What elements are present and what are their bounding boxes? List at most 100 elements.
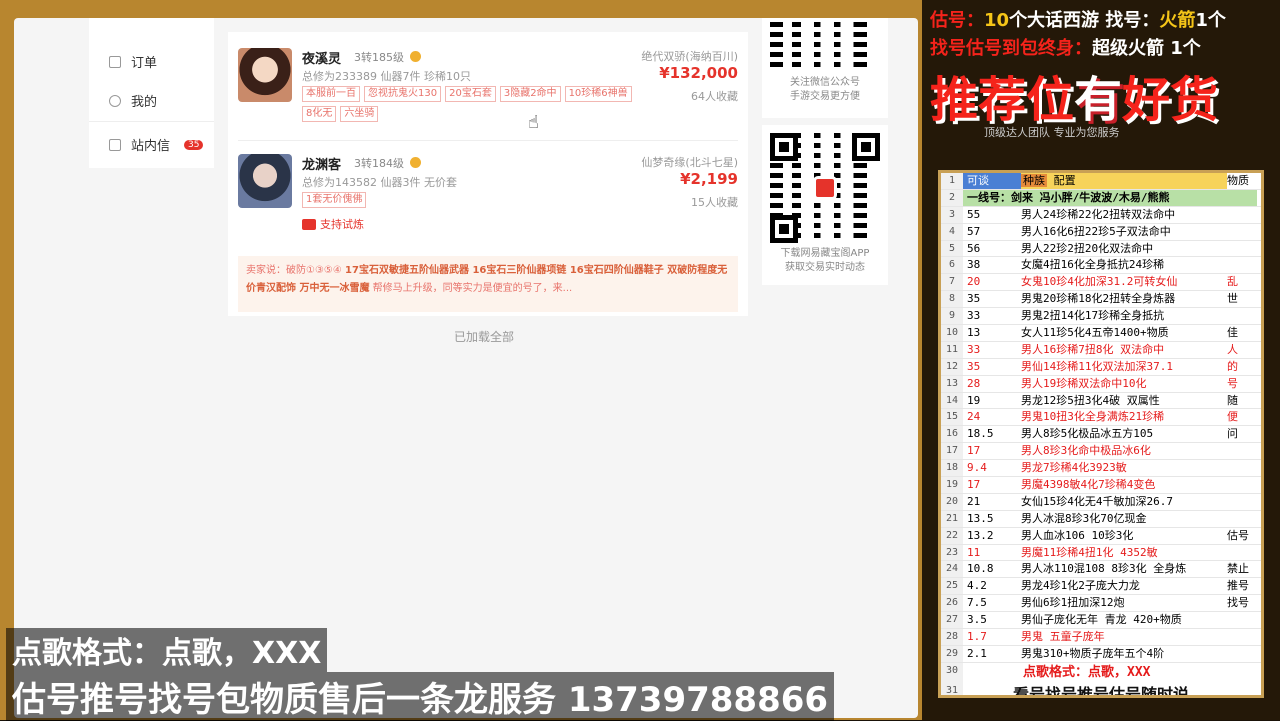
price: ¥2,199 (680, 170, 738, 188)
server-name: 绝代双骄(海纳百川) (641, 50, 738, 63)
price-cell: 18.5 (967, 427, 994, 441)
header-cell: 可谈 (963, 173, 1021, 189)
qr-corner (770, 215, 798, 243)
sheet-row: 11 33 男人16珍稀7扭8化 双法命中 人 (941, 341, 1261, 359)
stream-frame: 订单 我的 站内信 35 夜溪灵 3转185级 总修为233389 仙器7件 珍稀… (0, 0, 922, 720)
config-cell: 男人16珍稀7扭8化 双法命中 (1021, 342, 1165, 356)
trial-badge[interactable]: 支持试炼 (302, 216, 364, 232)
tag: 20宝石套 (445, 86, 496, 102)
sheet-row: 26 7.5 男仙6珍1扭加深12炮 找号 (941, 595, 1261, 613)
header-cell: 配置 (1053, 174, 1076, 187)
price-cell: 57 (967, 224, 981, 238)
sheet-row: 23 11 男魔11珍稀4扭1化 4352敏 (941, 544, 1261, 562)
character-avatar[interactable] (238, 48, 292, 102)
server-name: 仙梦奇缘(北斗七星) (641, 156, 738, 169)
sheet-row: 2 一线号：剑来 冯小胖/牛波波/木易/熊熊 (941, 189, 1261, 207)
mail-icon (109, 138, 121, 151)
config-cell: 男龙12珍5扭3化4破 双属性 (1021, 393, 1160, 407)
tag: 忽视抗鬼火130 (364, 86, 442, 102)
tag: 3隐藏2命中 (499, 86, 561, 102)
price-cell: 7.5 (967, 596, 987, 610)
tag: 1套无价傀佛 (302, 192, 367, 208)
price-cell: 35 (967, 359, 981, 373)
sidebar-item-label: 订单 (131, 56, 158, 71)
tag-list: 本服前一百 忽视抗鬼火130 20宝石套 3隐藏2命中 10珍稀6神兽 8化无 … (302, 86, 662, 122)
config-cell: 男鬼310+物质子庞年五个4阶 (1021, 646, 1165, 660)
config-cell: 男鬼2扭14化17珍稀全身抵抗 (1021, 309, 1165, 323)
extra-cell (1227, 443, 1257, 459)
row-number: 22 (941, 527, 963, 544)
divider (89, 121, 214, 122)
trial-icon (302, 218, 316, 230)
sidebar-item-mine[interactable]: 我的 (109, 91, 157, 110)
orders-icon (109, 55, 121, 68)
favorite-count: 64人收藏 (691, 90, 738, 103)
extra-cell: 佳 (1227, 326, 1238, 340)
qr-caption: 获取交易实时动态 (785, 262, 865, 273)
config-cell: 男魔11珍稀4扭1化 4352敏 (1021, 545, 1158, 559)
character-name[interactable]: 龙渊客 (302, 154, 341, 173)
extra-cell (1227, 460, 1257, 476)
listing-card[interactable]: 夜溪灵 3转185级 总修为233389 仙器7件 珍稀10只 本服前一百 忽视… (238, 48, 738, 140)
extra-cell: 推号 (1227, 579, 1249, 593)
divider (238, 140, 738, 141)
sheet-row: 3 55 男人24珍稀22化2扭转双法命中 (941, 206, 1261, 224)
row-number: 20 (941, 493, 963, 510)
sidebar-item-orders[interactable]: 订单 (109, 52, 157, 71)
sheet-row: 9 33 男鬼2扭14化17珍稀全身抵抗 (941, 308, 1261, 326)
sheet-row: 31 看号找号推号估号随时说 (941, 682, 1261, 695)
app-logo-icon (813, 176, 837, 200)
extra-cell: 问 (1227, 427, 1238, 441)
extra-cell: 乱 (1227, 275, 1238, 289)
config-cell: 男人24珍稀22化2扭转双法命中 (1021, 207, 1176, 221)
config-cell: 男人19珍稀双法命中10化 (1021, 376, 1147, 390)
price-cell: 9.4 (967, 461, 987, 475)
qr-code[interactable] (770, 133, 880, 243)
sidebar-item-messages[interactable]: 站内信 35 (109, 135, 204, 154)
config-cell: 男鬼20珍稀18化2扭转全身炼器 (1021, 292, 1176, 306)
banner-tagline: 顶级达人团队 专业为您服务 (984, 126, 1120, 139)
sheet-row: 15 24 男鬼10扭3化全身满炼21珍稀 便 (941, 409, 1261, 427)
row-number: 11 (941, 341, 963, 358)
price-cell: 19 (967, 393, 981, 407)
config-cell: 男鬼10扭3化全身满炼21珍稀 (1021, 410, 1165, 424)
config-cell: 男人8珍5化极品冰五方105 (1021, 427, 1154, 441)
sheet-row: 5 56 男人22珍2扭20化双法命中 (941, 240, 1261, 258)
service-overlay: 估号推号找号包物质售后一条龙服务 13739788866 (6, 672, 835, 721)
extra-cell (1227, 511, 1257, 527)
qr-caption: 手游交易更方便 (790, 91, 860, 102)
promo-text: 估号： (930, 10, 984, 31)
user-icon (109, 94, 121, 107)
price-cell: 28 (967, 376, 981, 390)
sheet-row: 25 4.2 男龙4珍1化2子庞大力龙 推号 (941, 578, 1261, 596)
listing-card[interactable]: 龙渊客 3转184级 总修为143582 仙器3件 无价套 1套无价傀佛 支持试… (238, 154, 738, 244)
row-number: 26 (941, 595, 963, 612)
price-cell: 21 (967, 494, 981, 508)
qr-caption: 下载网易藏宝阁APP (780, 248, 870, 259)
sheet-row: 24 10.8 男人冰110混108 8珍3化 全身炼 禁止 (941, 561, 1261, 579)
config-cell: 男仙6珍1扭加深12炮 (1021, 596, 1125, 610)
promo-banner: 推荐位有好货 (930, 60, 1218, 130)
tag: 本服前一百 (302, 86, 360, 102)
qr-code[interactable] (770, 22, 880, 72)
sheet-rows: 3 55 男人24珍稀22化2扭转双法命中 4 57 男人16化6扭22珍5子双法命中 5 5… (941, 206, 1261, 663)
row-number: 27 (941, 612, 963, 629)
sheet-row: 28 1.7 男鬼 五童子庞年 (941, 629, 1261, 646)
character-name[interactable]: 夜溪灵 (302, 48, 341, 67)
coin-icon (410, 51, 421, 62)
row-number: 2 (941, 189, 963, 206)
promo-item: 超级火箭 1个 (1092, 38, 1201, 59)
extra-cell (1227, 224, 1257, 240)
sheet-row: 22 13.2 男人血冰106 10珍3化 估号 (941, 527, 1261, 545)
price-cell: 2.1 (967, 646, 987, 660)
sheet-row: 17 17 男人8珍3化命中极品冰6化 (941, 443, 1261, 461)
seller-note: 卖家说：破防①③⑤④ 17宝石双敏捷五阶仙器武器 16宝石三阶仙器项链 16宝石… (238, 256, 738, 312)
wechat-qr-card: 关注微信公众号 手游交易更方便 (762, 18, 888, 118)
character-avatar[interactable] (238, 154, 292, 208)
promo-item: 火箭 (1159, 10, 1196, 31)
config-cell: 男仙14珍稀11化双法加深37.1 (1021, 359, 1173, 373)
extra-cell (1227, 646, 1257, 662)
sheet-row: 8 35 男鬼20珍稀18化2扭转全身炼器 世 (941, 291, 1261, 309)
config-cell: 男人冰110混108 8珍3化 全身炼 (1021, 562, 1187, 576)
unread-badge: 35 (184, 139, 204, 150)
